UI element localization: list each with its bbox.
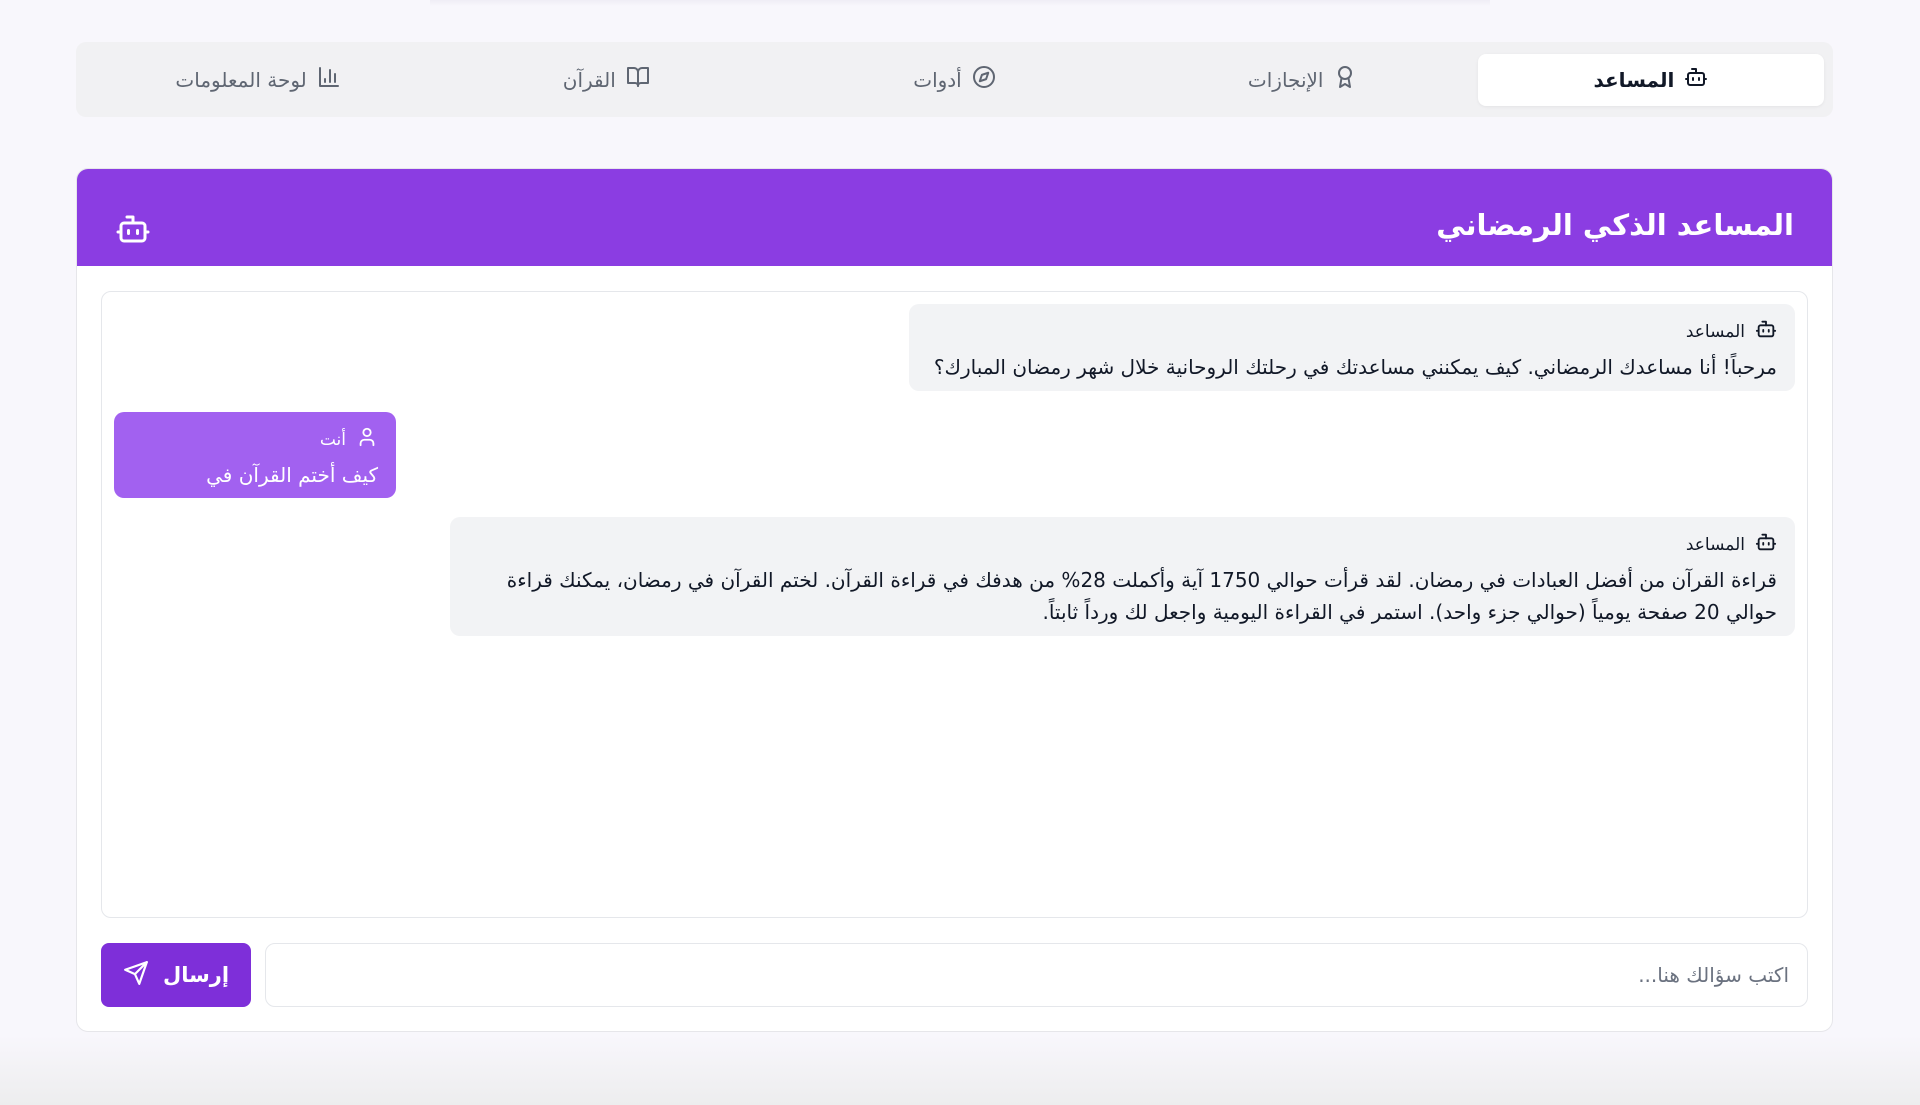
bot-message: المساعد مرحباً! أنا مساعدك الرمضاني. كيف…: [909, 304, 1795, 391]
message-header: أنت: [132, 426, 378, 453]
user-message: أنت كيف أختم القرآن في رمضان؟: [114, 412, 396, 519]
bar-chart-icon: [317, 65, 341, 94]
tab-label: الإنجازات: [1247, 67, 1324, 92]
assistant-card: المساعد الذكي الرمضاني المساعد مرحباً! أ…: [76, 168, 1833, 1032]
composer: إرسال: [101, 943, 1808, 1007]
message-text: كيف أختم القرآن في رمضان؟: [206, 463, 378, 519]
tab-bar: المساعد الإنجازات أدوات القرآن لوحة المع…: [76, 42, 1833, 117]
bot-message: المساعد قراءة القرآن من أفضل العبادات في…: [450, 517, 1795, 636]
question-input[interactable]: [265, 943, 1808, 1007]
message-text-line: قراءة القرآن من أفضل العبادات في رمضان. …: [506, 568, 1777, 592]
sender-name: المساعد: [1685, 321, 1745, 342]
message-text: مرحباً! أنا مساعدك الرمضاني. كيف يمكنني …: [933, 355, 1777, 379]
send-icon: [123, 960, 149, 991]
book-open-icon: [626, 65, 650, 94]
tab-label: القرآن: [562, 67, 616, 92]
bot-icon: [115, 211, 151, 247]
bottom-fade: [0, 1035, 1920, 1105]
sender-name: المساعد: [1685, 534, 1745, 555]
card-title: المساعد الذكي الرمضاني: [1436, 207, 1794, 242]
tab-assistant[interactable]: المساعد: [1477, 53, 1824, 106]
bot-icon: [1684, 65, 1708, 94]
compass-icon: [972, 65, 996, 94]
bot-icon: [1755, 531, 1777, 558]
message-text-line: حوالي 20 صفحة يومياً (حوالي جزء واحد). ا…: [1042, 600, 1777, 624]
tab-label: أدوات: [913, 67, 962, 92]
message-header: المساعد: [468, 531, 1777, 558]
sender-name: أنت: [319, 429, 346, 450]
user-icon: [356, 426, 378, 453]
top-fade: [430, 0, 1490, 6]
tab-achievements[interactable]: الإنجازات: [1130, 54, 1476, 106]
chat-messages[interactable]: المساعد مرحباً! أنا مساعدك الرمضاني. كيف…: [101, 291, 1808, 918]
tab-label: لوحة المعلومات: [175, 67, 307, 92]
card-header: المساعد الذكي الرمضاني: [77, 169, 1832, 266]
send-button[interactable]: إرسال: [101, 943, 251, 1007]
tab-label: المساعد: [1593, 67, 1675, 92]
message-header: المساعد: [927, 318, 1777, 345]
tab-dashboard[interactable]: لوحة المعلومات: [85, 54, 431, 106]
bot-icon: [1755, 318, 1777, 345]
send-label: إرسال: [162, 963, 230, 987]
tab-tools[interactable]: أدوات: [781, 54, 1127, 106]
tab-quran[interactable]: القرآن: [433, 54, 779, 106]
award-icon: [1333, 65, 1357, 94]
